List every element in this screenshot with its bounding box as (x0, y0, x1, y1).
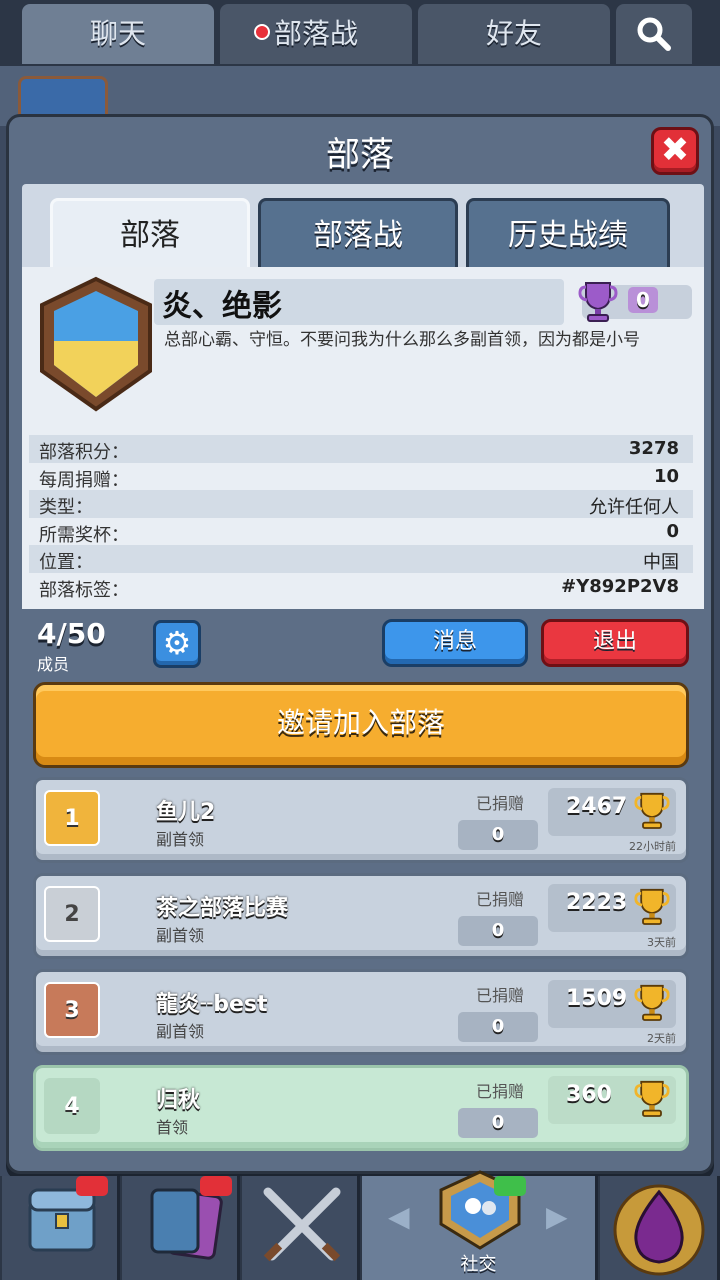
member-count: 4/50 (37, 617, 106, 650)
modal-title: 部落 (326, 135, 394, 175)
clan-modal: 部落 ✖ 部落 部落战 历史战绩 炎、绝影 0 总部心霸、守恒。不要问我为什么那… (6, 114, 714, 1174)
stat-value: 0 (666, 520, 679, 542)
member-role: 副首领 (156, 830, 205, 849)
trophy-icon (634, 1080, 670, 1117)
stat-label: 部落积分： (39, 442, 129, 463)
stat-value: 3278 (628, 438, 679, 459)
search-button[interactable] (616, 4, 692, 64)
member-name: 归秋 (156, 1088, 201, 1113)
member-count-label: 成员 (37, 655, 70, 674)
modal-tabs: 部落 部落战 历史战绩 (22, 184, 704, 270)
tab-chat[interactable]: 聊天 (22, 4, 214, 64)
stat-label: 每周捐赠： (39, 469, 129, 491)
stat-label: 部落标签： (39, 579, 129, 601)
member-name: 龍炎╌best (156, 992, 268, 1017)
search-icon (637, 17, 671, 51)
clan-description: 总部心霸、守恒。不要问我为什么那么多副首领，因为都是小号 (164, 330, 640, 350)
donated-value: 0 (458, 1108, 538, 1138)
trophy-icon (634, 792, 670, 829)
nav-battle[interactable] (242, 1176, 360, 1280)
member-row[interactable]: 2 茶之部落比赛 副首领 已捐赠 0 2223 3天前 (33, 873, 689, 959)
tab-clan-war[interactable]: 部落战 (220, 4, 412, 64)
member-last-seen: 22小时前 (629, 840, 676, 853)
member-role: 首领 (156, 1118, 189, 1137)
bottom-nav: ◀ ▶ 社交 (0, 1170, 720, 1280)
notification-badge (76, 1176, 108, 1196)
stat-row-weekly-donations: 每周捐赠： 10 (29, 463, 693, 491)
member-row[interactable]: 1 鱼儿2 副首领 已捐赠 0 2467 22小时前 (33, 777, 689, 863)
member-last-seen: 2天前 (647, 1032, 676, 1045)
donated-value: 0 (458, 820, 538, 850)
stat-label: 位置： (39, 552, 93, 573)
member-trophies: 360 (566, 1082, 612, 1107)
member-rank: 1 (44, 790, 100, 846)
member-row-self[interactable]: 4 归秋 首领 已捐赠 0 360 (33, 1065, 689, 1151)
donated-value: 0 (458, 916, 538, 946)
nav-social[interactable]: ◀ ▶ 社交 (362, 1170, 598, 1280)
stat-row-required-trophies: 所需奖杯： 0 (29, 518, 693, 546)
leave-clan-button[interactable]: 退出 (541, 619, 689, 667)
stat-row-type: 类型： 允许任何人 (29, 490, 693, 518)
chevron-left-icon[interactable]: ◀ (388, 1200, 410, 1233)
member-rank: 4 (44, 1078, 100, 1134)
member-trophies: 2223 (566, 890, 628, 915)
donated-label: 已捐赠 (476, 794, 525, 813)
donated-label: 已捐赠 (476, 890, 525, 909)
stat-label: 类型： (39, 497, 93, 518)
tab-war-history[interactable]: 历史战绩 (466, 198, 670, 268)
trophy-icon (634, 888, 670, 925)
stat-row-location: 位置： 中国 (29, 545, 693, 573)
game-screen: 聊天 部落战 好友 部落 ✖ 部落 部落战 历史战绩 炎、绝影 0 总部心霸、守… (0, 0, 720, 1280)
notification-badge (494, 1176, 526, 1196)
message-button[interactable]: 消息 (382, 619, 528, 667)
stat-row-clan-tag: 部落标签： #Y892P2V8 (29, 573, 693, 601)
gear-icon: ⚙ (162, 624, 192, 662)
stat-value: 允许任何人 (589, 497, 679, 518)
tab-friends[interactable]: 好友 (418, 4, 610, 64)
chevron-right-icon[interactable]: ▶ (546, 1200, 568, 1233)
close-button[interactable]: ✖ (651, 127, 699, 175)
member-row[interactable]: 3 龍炎╌best 副首领 已捐赠 0 1509 2天前 (33, 969, 689, 1055)
clan-badge-icon (40, 276, 152, 412)
nav-cards[interactable] (122, 1176, 240, 1280)
stat-row-clan-score: 部落积分： 3278 (29, 435, 693, 463)
clan-name: 炎、绝影 (162, 289, 282, 324)
member-trophies: 1509 (566, 986, 628, 1011)
invite-to-clan-button[interactable]: 邀请加入部落 (33, 682, 689, 768)
donated-label: 已捐赠 (476, 986, 525, 1005)
crossed-swords-icon (263, 1187, 341, 1262)
stat-label: 所需奖杯： (39, 524, 129, 546)
clan-trophy-value: 0 (628, 287, 658, 313)
clan-stats: 部落积分： 3278 每周捐赠： 10 类型： 允许任何人 所需奖杯： 0 位置… (29, 435, 693, 601)
member-rank: 2 (44, 886, 100, 942)
nav-social-label: 社交 (460, 1254, 497, 1275)
social-tab-bar: 聊天 部落战 好友 (0, 0, 720, 66)
nav-events[interactable] (600, 1176, 720, 1280)
stat-value: 中国 (643, 552, 679, 573)
trophy-icon (578, 282, 618, 322)
trophy-icon (634, 984, 670, 1021)
notification-dot (254, 24, 270, 40)
stat-value: 10 (653, 465, 679, 487)
stat-value: #Y892P2V8 (561, 575, 679, 597)
clan-settings-button[interactable]: ⚙ (153, 620, 201, 668)
donated-value: 0 (458, 1012, 538, 1042)
member-name: 茶之部落比赛 (156, 896, 289, 921)
member-role: 副首领 (156, 1022, 205, 1041)
member-role: 副首领 (156, 926, 205, 945)
elixir-drop-icon (613, 1184, 705, 1276)
member-rank: 3 (44, 982, 100, 1038)
member-trophies: 2467 (566, 794, 628, 819)
donated-label: 已捐赠 (476, 1082, 525, 1101)
member-name: 鱼儿2 (156, 800, 216, 825)
member-last-seen: 3天前 (647, 936, 676, 949)
tab-clan[interactable]: 部落 (50, 198, 250, 268)
nav-shop[interactable] (2, 1176, 120, 1280)
notification-badge (200, 1176, 232, 1196)
close-icon: ✖ (660, 130, 690, 170)
tab-clan-war[interactable]: 部落战 (258, 198, 458, 268)
